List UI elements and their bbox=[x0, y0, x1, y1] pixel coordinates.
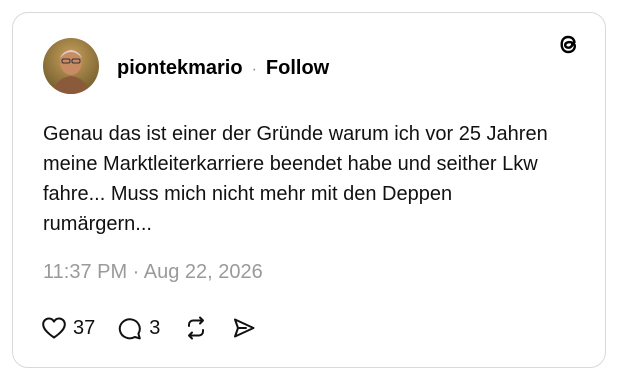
like-button[interactable]: 37 bbox=[41, 316, 95, 340]
reply-count: 3 bbox=[149, 316, 161, 339]
timestamp[interactable]: 11:37 PM · Aug 22, 2026 bbox=[43, 261, 263, 284]
comment-icon bbox=[117, 316, 143, 340]
heart-icon bbox=[41, 316, 67, 340]
send-icon bbox=[232, 316, 256, 340]
username[interactable]: piontekmario bbox=[117, 57, 243, 80]
repost-icon bbox=[184, 316, 208, 340]
post-text: Genau das ist einer der Gründe warum ich… bbox=[43, 123, 548, 235]
reply-button[interactable]: 3 bbox=[117, 316, 160, 340]
avatar[interactable] bbox=[43, 38, 99, 94]
post-card: piontekmario · Follow Genau das ist eine… bbox=[12, 12, 606, 368]
follow-button[interactable]: Follow bbox=[266, 57, 329, 80]
action-bar: 37 3 bbox=[41, 315, 256, 341]
threads-logo-icon[interactable] bbox=[553, 29, 583, 59]
share-button[interactable] bbox=[232, 316, 256, 340]
post-header: piontekmario · Follow bbox=[117, 57, 329, 80]
separator: · bbox=[251, 61, 257, 78]
like-count: 37 bbox=[73, 316, 96, 339]
repost-button[interactable] bbox=[184, 316, 208, 340]
